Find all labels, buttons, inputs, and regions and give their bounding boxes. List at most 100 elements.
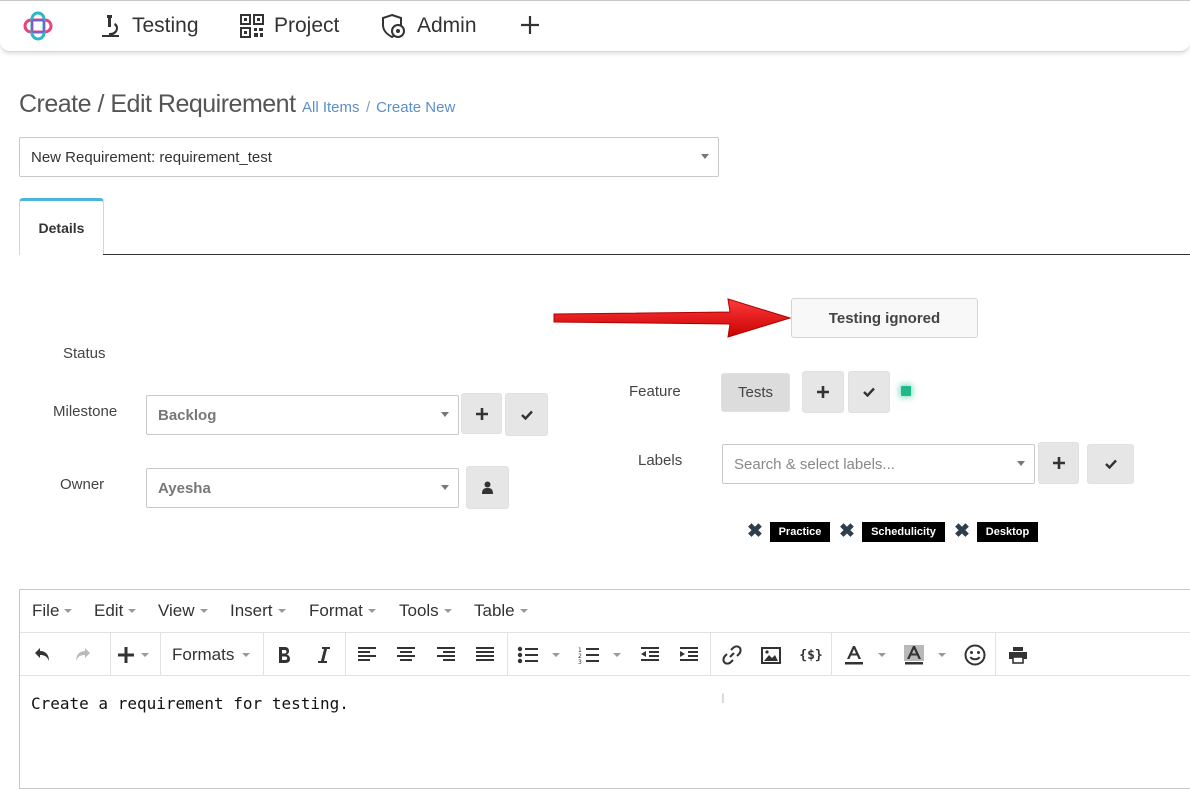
owner-label: Owner bbox=[60, 476, 105, 493]
italic-button[interactable] bbox=[313, 642, 335, 668]
undo-button[interactable] bbox=[30, 642, 56, 668]
editor-content[interactable]: Create a requirement for testing. bbox=[31, 694, 349, 713]
background-color-button[interactable] bbox=[902, 642, 926, 668]
requirement-select[interactable]: New Requirement: requirement_test bbox=[19, 137, 719, 177]
chevron-down-icon[interactable] bbox=[141, 653, 149, 657]
milestone-select[interactable]: Backlog bbox=[146, 395, 459, 435]
insert-link-button[interactable] bbox=[720, 642, 744, 668]
requirement-select-value: New Requirement: requirement_test bbox=[31, 148, 272, 166]
print-button[interactable] bbox=[1006, 642, 1030, 668]
text-color-button[interactable] bbox=[842, 642, 866, 668]
code-icon: {$} bbox=[799, 647, 823, 663]
chevron-down-icon bbox=[519, 609, 528, 613]
tab-divider bbox=[103, 254, 1190, 255]
menu-table[interactable]: Table bbox=[474, 601, 528, 621]
emoticons-button[interactable] bbox=[963, 642, 987, 668]
insert-code-button[interactable]: {$} bbox=[799, 642, 823, 668]
chevron-down-icon bbox=[441, 485, 449, 490]
confirm-labels-button[interactable] bbox=[1087, 444, 1134, 484]
align-left-icon bbox=[358, 647, 376, 661]
owner-user-button[interactable] bbox=[466, 466, 509, 509]
outdent-button[interactable] bbox=[638, 642, 662, 668]
bullet-list-button[interactable] bbox=[516, 642, 540, 668]
labels-label: Labels bbox=[638, 452, 683, 469]
editor-toolbar: Formats 123 {$} bbox=[20, 633, 1190, 676]
remove-label-icon[interactable]: ✖ bbox=[747, 520, 763, 543]
menu-edit[interactable]: Edit bbox=[94, 601, 137, 621]
breadcrumb-create-new[interactable]: Create New bbox=[376, 99, 455, 116]
feature-value: Tests bbox=[737, 384, 773, 401]
insert-image-button[interactable] bbox=[759, 642, 783, 668]
align-center-button[interactable] bbox=[394, 642, 418, 668]
nav-admin-label: Admin bbox=[417, 14, 477, 37]
chevron-down-icon bbox=[128, 609, 137, 613]
labels-search-input[interactable]: Search & select labels... bbox=[722, 444, 1035, 484]
app-logo[interactable] bbox=[22, 10, 54, 47]
remove-label-icon[interactable]: ✖ bbox=[839, 520, 855, 543]
align-justify-icon bbox=[476, 647, 494, 661]
numbered-list-icon: 123 bbox=[578, 647, 599, 664]
status-label: Status bbox=[63, 345, 106, 362]
plus-icon bbox=[118, 647, 134, 663]
redo-button[interactable] bbox=[69, 642, 95, 668]
breadcrumb-all-items[interactable]: All Items bbox=[302, 99, 360, 116]
check-icon bbox=[1104, 459, 1117, 469]
chevron-down-icon[interactable] bbox=[878, 653, 886, 657]
indent-button[interactable] bbox=[677, 642, 701, 668]
feature-tests-button[interactable]: Tests bbox=[721, 373, 790, 412]
labels-placeholder: Search & select labels... bbox=[734, 455, 895, 473]
menu-format[interactable]: Format bbox=[309, 601, 376, 621]
nav-testing-label: Testing bbox=[132, 14, 199, 37]
add-label-button[interactable] bbox=[1038, 442, 1079, 484]
plus-icon[interactable] bbox=[520, 15, 540, 40]
menu-tools-label: Tools bbox=[399, 601, 439, 620]
menu-insert[interactable]: Insert bbox=[230, 601, 286, 621]
menu-view[interactable]: View bbox=[158, 601, 208, 621]
owner-select[interactable]: Ayesha bbox=[146, 468, 459, 508]
editor-menubar: File Edit View Insert Format Tools Table bbox=[20, 590, 1190, 633]
microscope-icon bbox=[102, 15, 119, 37]
align-left-button[interactable] bbox=[355, 642, 379, 668]
tab-details[interactable]: Details bbox=[19, 198, 104, 255]
nav-project[interactable]: Project bbox=[240, 12, 339, 40]
insert-button[interactable] bbox=[113, 642, 139, 668]
top-nav-bar: Testing Project Admin bbox=[0, 0, 1190, 52]
testing-ignored-button[interactable]: Testing ignored bbox=[791, 298, 978, 338]
svg-text:3: 3 bbox=[578, 659, 582, 664]
menu-insert-label: Insert bbox=[230, 601, 273, 620]
nav-admin[interactable]: Admin bbox=[381, 12, 477, 40]
chevron-down-icon[interactable] bbox=[938, 653, 946, 657]
menu-file[interactable]: File bbox=[32, 601, 73, 621]
text-cursor-icon: I bbox=[721, 690, 725, 706]
align-justify-button[interactable] bbox=[473, 642, 497, 668]
testing-ignored-label: Testing ignored bbox=[828, 309, 941, 327]
chevron-down-icon[interactable] bbox=[242, 653, 250, 657]
add-feature-button[interactable] bbox=[802, 371, 844, 413]
chevron-down-icon bbox=[443, 609, 452, 613]
menu-edit-label: Edit bbox=[94, 601, 124, 620]
confirm-milestone-button[interactable] bbox=[505, 393, 548, 436]
menu-tools[interactable]: Tools bbox=[399, 601, 452, 621]
menu-table-label: Table bbox=[474, 601, 515, 620]
owner-value: Ayesha bbox=[158, 479, 211, 497]
bullet-list-icon bbox=[517, 646, 538, 664]
check-icon bbox=[520, 410, 533, 420]
image-icon bbox=[761, 646, 781, 664]
bold-button[interactable] bbox=[273, 642, 295, 668]
chevron-down-icon bbox=[1017, 461, 1025, 466]
remove-label-icon[interactable]: ✖ bbox=[954, 520, 970, 543]
numbered-list-button[interactable]: 123 bbox=[577, 642, 601, 668]
smiley-icon bbox=[964, 644, 986, 666]
chevron-down-icon[interactable] bbox=[613, 653, 621, 657]
add-milestone-button[interactable] bbox=[461, 393, 502, 434]
description-editor: File Edit View Insert Format Tools Table… bbox=[19, 589, 1190, 789]
chevron-down-icon[interactable] bbox=[552, 653, 560, 657]
align-right-button[interactable] bbox=[434, 642, 458, 668]
confirm-feature-button[interactable] bbox=[848, 371, 890, 413]
arrow-annotation-icon bbox=[553, 298, 792, 338]
menu-file-label: File bbox=[32, 601, 60, 620]
formats-dropdown[interactable]: Formats bbox=[172, 642, 234, 668]
bold-icon bbox=[279, 647, 290, 663]
nav-testing[interactable]: Testing bbox=[98, 12, 199, 40]
menu-view-label: View bbox=[158, 601, 195, 620]
